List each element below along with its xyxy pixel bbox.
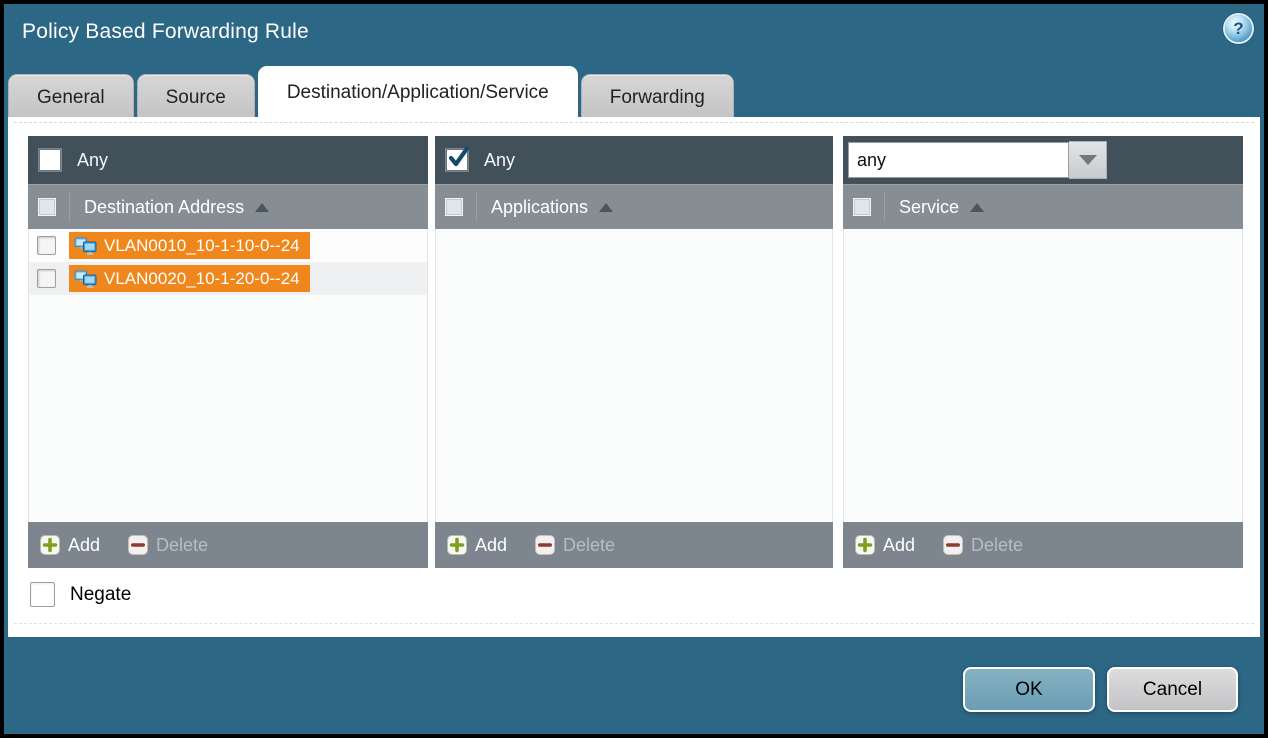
tab-destination-application-service[interactable]: Destination/Application/Service — [258, 66, 578, 121]
content-panel: Any Destination Address — [8, 117, 1260, 637]
destination-list: VLAN0010_10-1-10-0--24 — [28, 229, 428, 522]
add-label: Add — [68, 535, 100, 556]
sort-asc-icon — [970, 203, 984, 212]
table-row[interactable]: VLAN0010_10-1-10-0--24 — [29, 229, 427, 262]
destination-header-label[interactable]: Destination Address — [84, 197, 244, 218]
add-icon — [855, 535, 875, 555]
applications-delete-button[interactable]: Delete — [535, 535, 615, 556]
destination-address-column: Any Destination Address — [28, 136, 428, 568]
tab-bar: General Source Destination/Application/S… — [8, 66, 737, 121]
destination-any-label: Any — [77, 150, 108, 171]
applications-any-label: Any — [484, 150, 515, 171]
applications-select-all-checkbox[interactable] — [445, 198, 463, 216]
cancel-button[interactable]: Cancel — [1107, 667, 1238, 712]
destination-delete-button[interactable]: Delete — [128, 535, 208, 556]
delete-label: Delete — [563, 535, 615, 556]
applications-list — [435, 229, 833, 522]
help-icon[interactable]: ? — [1225, 15, 1252, 42]
add-icon — [447, 535, 467, 555]
service-select-all-checkbox[interactable] — [853, 198, 871, 216]
destination-add-button[interactable]: Add — [40, 535, 100, 556]
destination-select-all-checkbox[interactable] — [38, 198, 56, 216]
delete-label: Delete — [971, 535, 1023, 556]
delete-icon — [943, 535, 963, 555]
negate-control[interactable]: Negate — [30, 582, 131, 607]
tab-source[interactable]: Source — [137, 74, 255, 121]
destination-any-checkbox[interactable] — [39, 149, 61, 171]
tab-general[interactable]: General — [8, 74, 134, 121]
row-checkbox[interactable] — [37, 236, 56, 255]
checkmark-icon — [445, 144, 472, 171]
applications-column: Any Applications Add — [435, 136, 833, 568]
service-footer: Add Delete — [843, 522, 1243, 568]
address-object-tag[interactable]: VLAN0010_10-1-10-0--24 — [69, 232, 310, 259]
add-label: Add — [883, 535, 915, 556]
service-column-header: Service — [843, 184, 1243, 229]
service-header-label[interactable]: Service — [899, 197, 959, 218]
header-separator — [476, 192, 477, 222]
help-glyph: ? — [1233, 19, 1243, 39]
dropdown-arrow-button[interactable] — [1069, 141, 1107, 179]
delete-icon — [128, 535, 148, 555]
service-dropdown-value[interactable]: any — [848, 142, 1069, 178]
service-column: any Service — [843, 136, 1243, 568]
add-icon — [40, 535, 60, 555]
service-delete-button[interactable]: Delete — [943, 535, 1023, 556]
delete-label: Delete — [156, 535, 208, 556]
destination-column-header: Destination Address — [28, 184, 428, 229]
address-object-label: VLAN0010_10-1-10-0--24 — [104, 236, 300, 256]
header-separator — [884, 192, 885, 222]
applications-add-button[interactable]: Add — [447, 535, 507, 556]
applications-column-header: Applications — [435, 184, 833, 229]
negate-checkbox[interactable] — [30, 582, 55, 607]
applications-footer: Add Delete — [435, 522, 833, 568]
sort-asc-icon — [255, 203, 269, 212]
ok-button[interactable]: OK — [963, 667, 1095, 712]
network-icon — [74, 270, 97, 288]
delete-icon — [535, 535, 555, 555]
applications-any-bar: Any — [435, 136, 833, 184]
network-icon — [74, 237, 97, 255]
pbf-rule-dialog: Policy Based Forwarding Rule ? General S… — [4, 4, 1264, 734]
applications-header-label[interactable]: Applications — [491, 197, 588, 218]
dialog-title: Policy Based Forwarding Rule — [22, 20, 309, 44]
address-object-tag[interactable]: VLAN0020_10-1-20-0--24 — [69, 265, 310, 292]
service-add-button[interactable]: Add — [855, 535, 915, 556]
service-dropdown[interactable]: any — [848, 142, 1107, 178]
address-object-label: VLAN0020_10-1-20-0--24 — [104, 269, 300, 289]
sort-asc-icon — [599, 203, 613, 212]
tab-forwarding[interactable]: Forwarding — [581, 74, 734, 121]
service-list — [843, 229, 1243, 522]
dropdown-arrow-icon — [1079, 155, 1097, 165]
destination-footer: Add Delete — [28, 522, 428, 568]
table-row[interactable]: VLAN0020_10-1-20-0--24 — [29, 262, 427, 295]
destination-any-bar: Any — [28, 136, 428, 184]
row-checkbox[interactable] — [37, 269, 56, 288]
add-label: Add — [475, 535, 507, 556]
negate-label: Negate — [70, 584, 131, 606]
service-any-bar: any — [843, 136, 1243, 184]
header-separator — [69, 192, 70, 222]
applications-any-checkbox[interactable] — [446, 149, 468, 171]
